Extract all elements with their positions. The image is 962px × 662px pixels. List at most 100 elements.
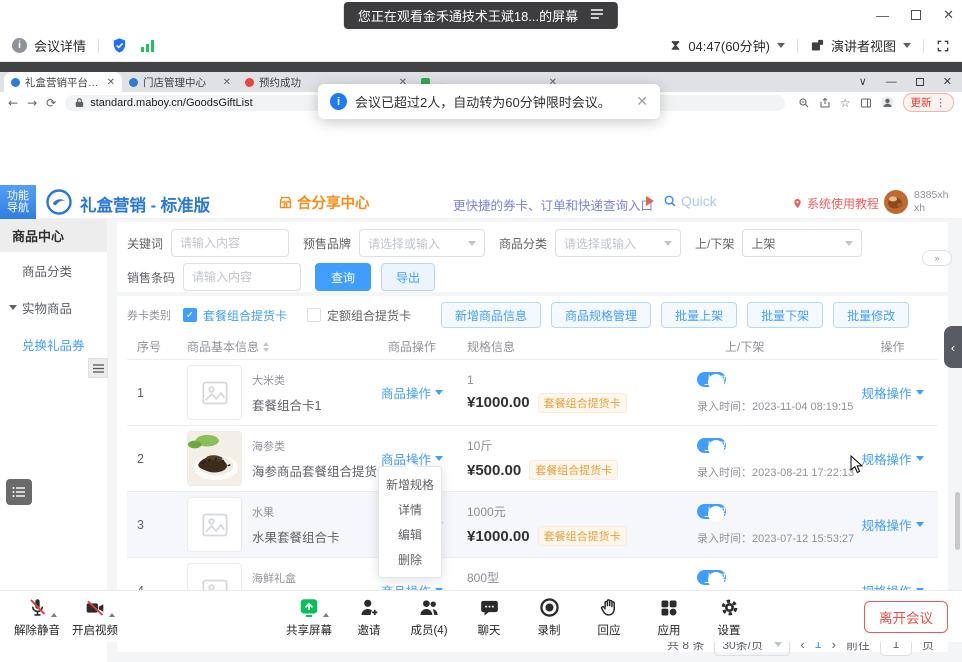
shelf-select[interactable]: 上架 (742, 229, 862, 257)
toolbar-apps-button[interactable]: 应用 (644, 595, 694, 638)
browser-minimize-button[interactable]: — (886, 76, 897, 88)
toolbar-react-button[interactable]: 回应 (584, 595, 634, 638)
barcode-input[interactable] (183, 263, 301, 291)
browser-maximize-button[interactable] (916, 78, 924, 86)
floating-list-button[interactable] (6, 479, 32, 505)
browser-tab[interactable]: 门店管理中心✕ (122, 72, 238, 92)
dropdown-item[interactable]: 新增规格 (379, 472, 441, 497)
network-signal-icon[interactable] (140, 39, 155, 52)
window-minimize-button[interactable]: — (876, 8, 889, 23)
back-icon[interactable]: ← (8, 96, 18, 110)
product-action-link[interactable]: 商品操作 (381, 383, 443, 402)
toolbar-chat-button[interactable]: 聊天 (464, 595, 514, 638)
spec-action-link[interactable]: 规格操作 (861, 515, 923, 534)
price: ¥1000.00 (467, 394, 530, 411)
user-name[interactable]: 8385xh xh (914, 189, 948, 215)
page-scrollbar[interactable] (955, 492, 960, 550)
card-type-checkbox[interactable]: 套餐组合提货卡 (183, 307, 287, 324)
toggle-knob (708, 572, 724, 588)
share-center-link[interactable]: 合分享中心 (278, 192, 370, 213)
sidebar-section-title[interactable]: 商品中心 (0, 219, 107, 252)
spec-action-link[interactable]: 规格操作 (861, 383, 923, 402)
sort-icon[interactable] (263, 342, 269, 352)
side-panel-icon[interactable] (860, 97, 872, 109)
tab-close-icon[interactable]: ✕ (107, 77, 115, 88)
caret-up-icon[interactable] (323, 613, 329, 617)
toolbar-screen-share-button[interactable]: 共享屏幕 (284, 595, 334, 638)
product-photo (187, 431, 242, 486)
toolbar-members-button[interactable]: 成员(4) (404, 595, 454, 638)
spec-action-link[interactable]: 规格操作 (861, 449, 923, 468)
sidebar-item[interactable]: 商品分类 (0, 252, 107, 289)
shelf-toggle[interactable]: 上架 (697, 504, 726, 519)
banner-menu-icon[interactable] (590, 8, 604, 23)
barcode-label: 销售条码 (127, 269, 175, 286)
meeting-details-link[interactable]: 会议详情 (34, 36, 86, 55)
leave-meeting-button[interactable]: 离开会议 (864, 601, 948, 633)
shelf-toggle[interactable]: 上架 (697, 570, 726, 585)
list-toolbar-button[interactable]: 新增商品信息 (441, 302, 541, 328)
toolbar-settings-button[interactable]: 设置 (704, 595, 754, 638)
checkbox-checked-icon[interactable] (183, 308, 197, 322)
shelf-toggle[interactable]: 上架 (697, 438, 726, 453)
zoom-page-icon[interactable] (798, 97, 810, 109)
collapse-filters-button[interactable]: » (922, 250, 952, 266)
browser-tab[interactable]: 礼盒营销平台管理中心✕ (4, 72, 122, 92)
caret-up-icon[interactable] (51, 613, 57, 617)
forward-icon[interactable]: → (27, 96, 37, 110)
brand-select[interactable]: 请选择或输入 (359, 229, 485, 257)
share-page-icon[interactable] (819, 97, 831, 109)
tutorial-link[interactable]: 系统使用教程 (792, 195, 879, 212)
meeting-titlebar: 您正在观看金禾通技术王斌18...的屏幕 — ✕ (0, 0, 962, 30)
caret-up-icon[interactable] (109, 613, 115, 617)
checkbox-label: 套餐组合提货卡 (203, 307, 287, 324)
view-mode-selector[interactable]: 演讲者视图 (831, 36, 896, 55)
toolbar-camera-off-button[interactable]: 开启视频 (70, 595, 120, 638)
row-index: 1 (127, 386, 177, 400)
meeting-subbar: i 会议详情 04:47(60分钟) 演讲者视图 (0, 30, 962, 62)
window-maximize-button[interactable] (911, 10, 921, 20)
dropdown-item[interactable]: 删除 (379, 547, 441, 572)
bookmark-star-icon[interactable]: ☆ (840, 96, 851, 110)
card-type-checkbox[interactable]: 定额组合提货卡 (307, 307, 411, 324)
sidebar-item[interactable]: 实物商品 (0, 289, 107, 326)
search-button[interactable]: 查询 (315, 263, 371, 291)
sidebar-collapse-toggle[interactable] (88, 358, 108, 378)
window-close-button[interactable]: ✕ (943, 7, 954, 23)
checkbox-icon[interactable] (307, 308, 321, 322)
refresh-icon[interactable]: ⟳ (46, 96, 56, 110)
header-info[interactable]: 商品基本信息 (177, 338, 367, 355)
right-panel-handle[interactable]: ‹ (944, 326, 962, 368)
export-button[interactable]: 导出 (381, 263, 435, 291)
dropdown-item[interactable]: 详情 (379, 497, 441, 522)
shelf-toggle[interactable]: 上架 (697, 372, 726, 387)
fullscreen-icon[interactable] (936, 39, 950, 53)
browser-update-button[interactable]: 更新 ⋮ (903, 93, 955, 112)
list-toolbar-button[interactable]: 商品规格管理 (551, 302, 651, 328)
browser-close-button[interactable]: ✕ (943, 75, 952, 88)
keyword-input[interactable] (171, 229, 289, 257)
profile-avatar-icon[interactable] (881, 96, 894, 109)
user-avatar[interactable] (884, 190, 908, 217)
shield-check-icon[interactable] (111, 37, 128, 54)
product-action-dropdown: 新增规格详情编辑删除 (378, 466, 442, 578)
toolbar-record-button[interactable]: 录制 (524, 595, 574, 638)
info-icon: i (12, 38, 27, 53)
list-toolbar-button[interactable]: 批量上架 (661, 302, 737, 328)
chevron-down-icon (435, 456, 443, 461)
brand-logo-icon (46, 189, 72, 218)
toast-close-icon[interactable]: ✕ (636, 93, 648, 110)
quick-search-link[interactable]: Quick (663, 193, 717, 209)
toolbar-invite-button[interactable]: 邀请 (344, 595, 394, 638)
toolbar-mic-off-button[interactable]: 解除静音 (12, 595, 62, 638)
dropdown-item[interactable]: 编辑 (379, 522, 441, 547)
category-select[interactable]: 请选择或输入 (555, 229, 681, 257)
browser-tab-search-caret-icon[interactable]: ∨ (859, 75, 867, 88)
nav-toggle-button[interactable]: 功能 导航 (0, 185, 36, 219)
tab-close-icon[interactable]: ✕ (223, 77, 231, 88)
list-toolbar-button[interactable]: 批量修改 (833, 302, 909, 328)
list-toolbar-button[interactable]: 批量下架 (747, 302, 823, 328)
watching-banner-text: 您正在观看金禾通技术王斌18...的屏幕 (358, 6, 578, 25)
view-dropdown-caret-icon[interactable] (903, 43, 911, 48)
timer-dropdown-caret-icon[interactable] (777, 43, 785, 48)
